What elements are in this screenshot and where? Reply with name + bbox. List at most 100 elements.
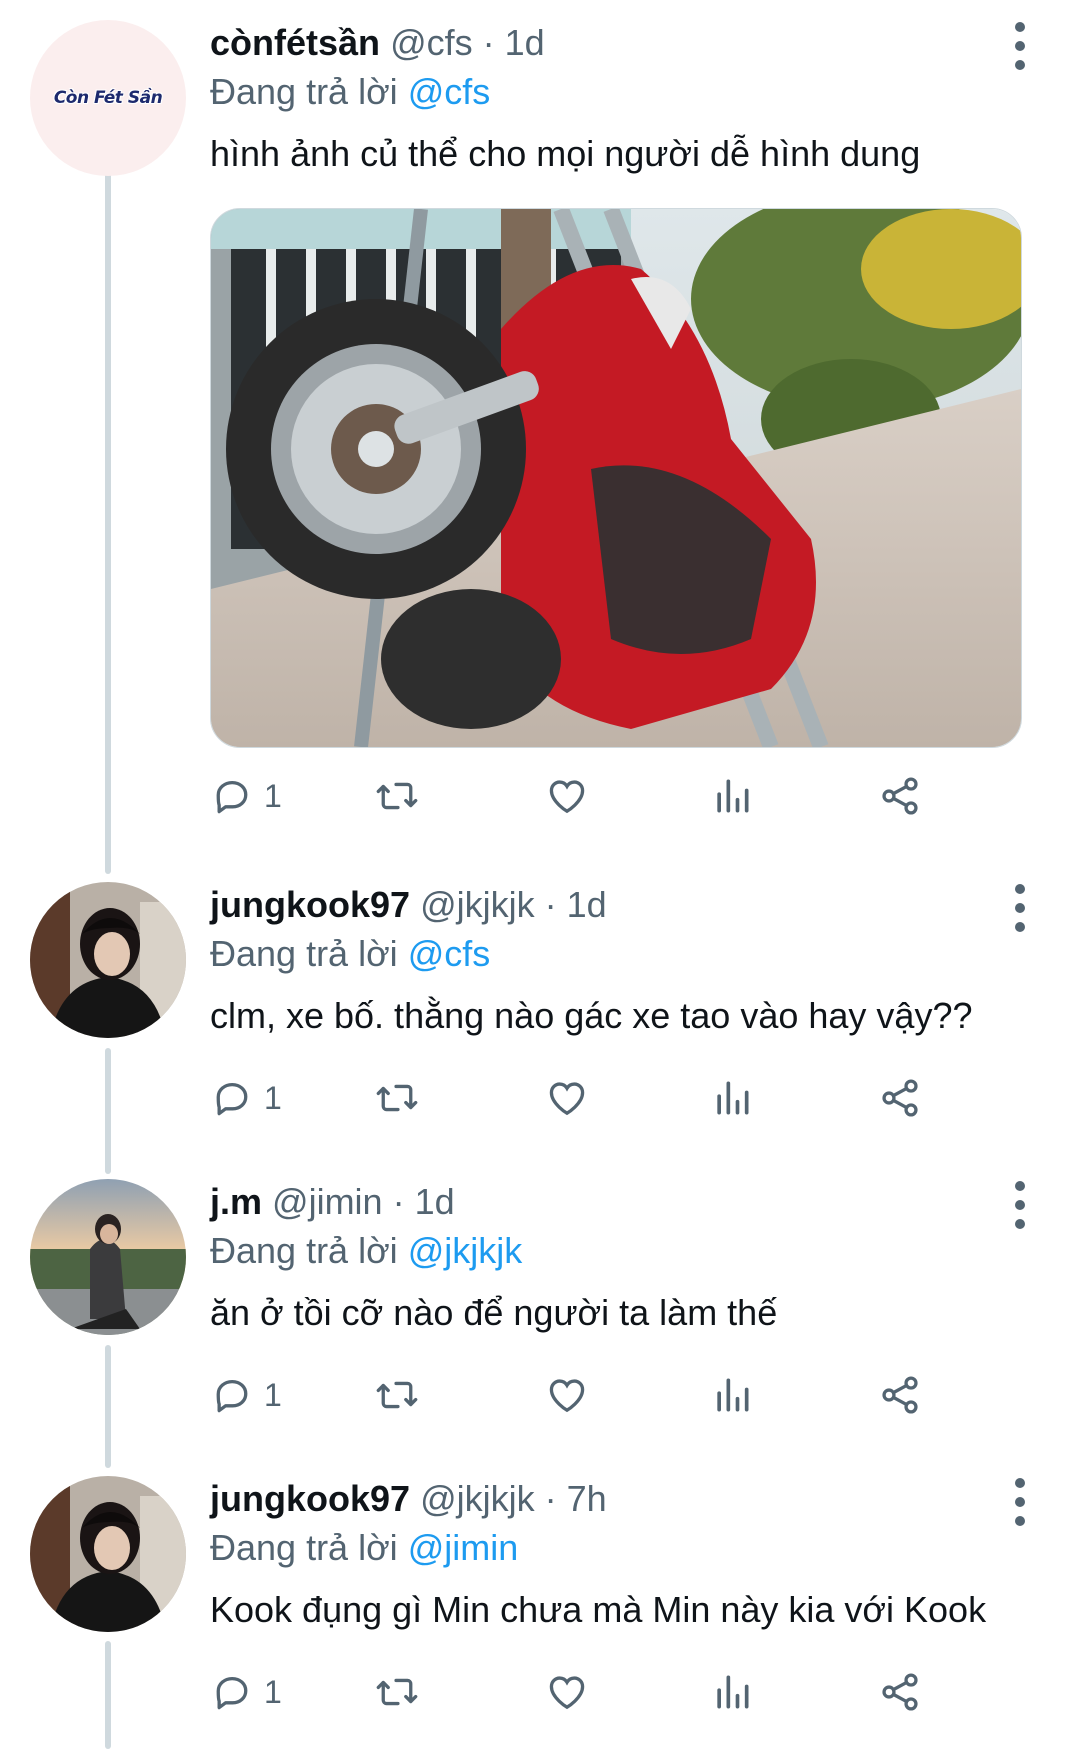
handle[interactable]: @jimin [272, 1181, 383, 1222]
retweet-button[interactable] [375, 1068, 419, 1128]
avatar[interactable] [30, 1476, 186, 1632]
mention-link[interactable]: @jimin [408, 1527, 519, 1568]
avatar-photo [30, 882, 186, 1038]
reply-button[interactable]: 1 [210, 1662, 282, 1722]
avatar-photo [30, 1179, 186, 1335]
tweet-header: jungkook97 @jkjkjk · 1d [210, 882, 1040, 928]
replying-to: Đang trả lời @jkjkjk [210, 1227, 1040, 1275]
views-icon [717, 779, 749, 813]
more-icon [1015, 1516, 1025, 1526]
reply-button[interactable]: 1 [210, 766, 282, 826]
handle[interactable]: @jkjkjk [420, 1478, 535, 1519]
tweet-text: clm, xe bố. thằng nào gác xe tao vào hay… [210, 995, 973, 1036]
reply-icon [216, 1676, 248, 1710]
replying-prefix: Đang trả lời [210, 1230, 398, 1271]
reply-icon [216, 780, 248, 814]
separator-dot: · [544, 1478, 557, 1519]
thread-line [105, 1048, 111, 1174]
more-options-button[interactable] [1005, 1179, 1035, 1251]
views-button[interactable] [710, 1662, 754, 1722]
share-button[interactable] [878, 1662, 922, 1722]
more-icon [1015, 922, 1025, 932]
tweet-actions: 1 [210, 1365, 1040, 1425]
more-options-button[interactable] [1005, 882, 1035, 954]
tweet-text: ăn ở tồi cỡ nào để người ta làm thế [210, 1292, 778, 1333]
reply-icon [216, 1082, 248, 1116]
retweet-icon [376, 1084, 418, 1112]
reply-count: 1 [264, 1673, 282, 1710]
like-icon [549, 1676, 585, 1710]
replying-to: Đang trả lời @cfs [210, 68, 1040, 116]
more-icon [1015, 1478, 1025, 1488]
retweet-icon [376, 1678, 418, 1706]
like-button[interactable] [545, 1068, 589, 1128]
share-button[interactable] [878, 766, 922, 826]
retweet-button[interactable] [375, 1662, 419, 1722]
retweet-button[interactable] [375, 1365, 419, 1425]
avatar[interactable] [30, 1179, 186, 1335]
handle[interactable]: @cfs [390, 22, 473, 63]
mention-link[interactable]: @cfs [408, 71, 491, 112]
display-name[interactable]: cònfétsần [210, 22, 380, 63]
thread-line [105, 172, 111, 874]
more-options-button[interactable] [1005, 20, 1035, 92]
avatar[interactable]: Còn Fét Sần [30, 20, 186, 176]
replying-prefix: Đang trả lời [210, 933, 398, 974]
reply-button[interactable]: 1 [210, 1365, 282, 1425]
display-name[interactable]: jungkook97 [210, 884, 410, 925]
thread-line [105, 1641, 111, 1749]
views-icon [717, 1378, 749, 1412]
like-button[interactable] [545, 1365, 589, 1425]
more-icon [1015, 903, 1025, 913]
tweet-header: jungkook97 @jkjkjk · 7h [210, 1476, 1040, 1522]
more-icon [1015, 60, 1025, 70]
share-icon [882, 1673, 918, 1711]
motorbike-photo [211, 209, 1021, 747]
share-icon [882, 1079, 918, 1117]
avatar-photo [30, 1476, 186, 1632]
views-icon [717, 1081, 749, 1115]
mention-link[interactable]: @cfs [408, 933, 491, 974]
views-button[interactable] [710, 1068, 754, 1128]
display-name[interactable]: j.m [210, 1181, 262, 1222]
timestamp[interactable]: 7h [567, 1478, 607, 1519]
more-icon [1015, 22, 1025, 32]
tweet-text: Kook đụng gì Min chưa mà Min này kia với… [210, 1589, 987, 1630]
timestamp[interactable]: 1d [505, 22, 545, 63]
like-icon [549, 1379, 585, 1413]
mention-link[interactable]: @jkjkjk [408, 1230, 523, 1271]
like-button[interactable] [545, 766, 589, 826]
views-button[interactable] [710, 766, 754, 826]
tweet-image[interactable] [210, 208, 1022, 748]
retweet-button[interactable] [375, 766, 419, 826]
share-button[interactable] [878, 1068, 922, 1128]
display-name[interactable]: jungkook97 [210, 1478, 410, 1519]
tweet-text: hình ảnh củ thể cho mọi người dễ hình du… [210, 133, 921, 174]
reply-button[interactable]: 1 [210, 1068, 282, 1128]
tweet-actions: 1 [210, 766, 1040, 826]
more-icon [1015, 1497, 1025, 1507]
tweet-header: j.m @jimin · 1d [210, 1179, 1040, 1225]
timestamp[interactable]: 1d [415, 1181, 455, 1222]
reply-icon [216, 1379, 248, 1413]
more-icon [1015, 1181, 1025, 1191]
more-icon [1015, 1219, 1025, 1229]
tweet-actions: 1 [210, 1662, 1040, 1722]
avatar[interactable] [30, 882, 186, 1038]
share-icon [882, 1376, 918, 1414]
share-icon [882, 777, 918, 815]
retweet-icon [376, 782, 418, 810]
separator-dot: · [482, 22, 495, 63]
tweet-header: cònfétsần @cfs · 1d [210, 20, 1040, 66]
timestamp[interactable]: 1d [567, 884, 607, 925]
replying-to: Đang trả lời @cfs [210, 930, 1040, 978]
share-button[interactable] [878, 1365, 922, 1425]
handle[interactable]: @jkjkjk [420, 884, 535, 925]
separator-dot: · [392, 1181, 405, 1222]
replying-to: Đang trả lời @jimin [210, 1524, 1040, 1572]
views-button[interactable] [710, 1365, 754, 1425]
avatar-logo-text: Còn Fét Sần [53, 88, 163, 108]
more-options-button[interactable] [1005, 1476, 1035, 1548]
retweet-icon [376, 1381, 418, 1409]
like-button[interactable] [545, 1662, 589, 1722]
